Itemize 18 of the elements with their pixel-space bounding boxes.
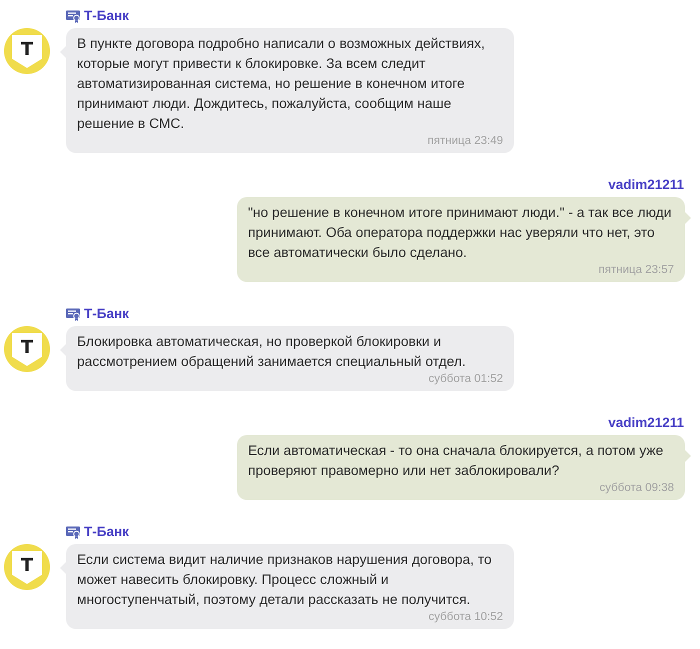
message-text: "но решение в конечном итоге принимают люди." - а так все люди принимают. Оба оператора поддержки нас уверяли что нет, это все автоматически было сделано. bbox=[248, 204, 672, 262]
sender-name[interactable]: Т-Банк bbox=[84, 8, 129, 24]
message-time: пятница 23:49 bbox=[428, 134, 503, 148]
message-time: суббота 01:52 bbox=[428, 372, 503, 386]
message-text: Блокировка автоматическая, но проверкой блокировки и рассмотрением обращений занимается специальный отдел. bbox=[77, 333, 467, 371]
logo-shield: Т bbox=[12, 35, 42, 68]
sender-name[interactable]: Т-Банк bbox=[84, 524, 129, 540]
message-text: В пункте договора подробно написали о возможных действиях, которые могут привести к блокировке. За всем следит автоматизированная система, но решение в конечном итоге принимают люди. Дождитесь, пожалуйста, сообщим наше решение в СМС. bbox=[77, 35, 486, 133]
sender-name[interactable]: vadim21211 bbox=[608, 177, 684, 193]
message-time: суббота 09:38 bbox=[600, 481, 674, 495]
message-time: суббота 10:52 bbox=[428, 610, 503, 624]
logo-shield: Т bbox=[12, 333, 42, 366]
message-text: Если автоматическая - то она сначала блокируется, а потом уже проверяют правомерно или нет заблокировали? bbox=[248, 442, 664, 480]
sender-name[interactable]: Т-Банк bbox=[84, 306, 129, 322]
message-time: пятница 23:57 bbox=[598, 263, 674, 277]
message-text: Если система видит наличие признаков нарушения договора, то может навесить блокировку. Процесс сложный и многоступенчатый, поэтому детали рассказать не получится. bbox=[77, 551, 493, 609]
logo-shield: Т bbox=[12, 551, 42, 584]
sender-name[interactable]: vadim21211 bbox=[608, 415, 684, 431]
